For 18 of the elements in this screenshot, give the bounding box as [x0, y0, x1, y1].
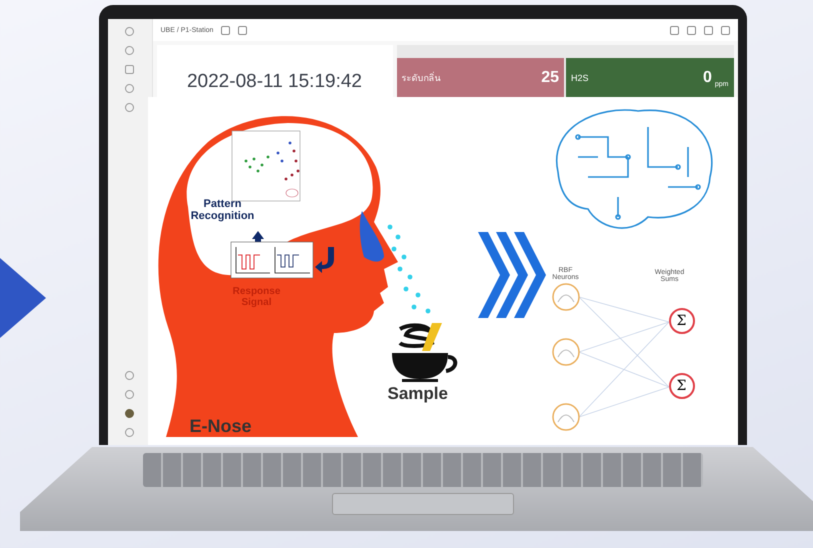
sensor-label: ระดับกลิ่น	[402, 70, 442, 85]
time-value: 2022-08-11 15:19:42	[186, 71, 362, 93]
rbf-neuron-icon	[552, 283, 580, 311]
pattern-recognition-label: Pattern Recognition	[190, 199, 256, 222]
coffee-cup-icon	[392, 323, 457, 382]
sensor-value: 25	[541, 68, 559, 87]
sample-label: Sample	[388, 385, 448, 403]
chevron-arrows-icon	[478, 232, 546, 318]
curved-arrow-icon	[314, 247, 334, 273]
rbf-neuron-icon	[552, 338, 580, 366]
sensor-label: H2S	[571, 72, 590, 83]
triangle-arrow-icon	[0, 258, 46, 338]
e-nose-label: E-Nose	[190, 417, 252, 436]
sum-node: Σ	[668, 308, 694, 334]
sensor-value: 0	[702, 68, 712, 87]
avatar-icon[interactable]	[125, 409, 134, 418]
rbf-neuron-icon	[552, 403, 580, 431]
sum-node: Σ	[668, 373, 694, 399]
